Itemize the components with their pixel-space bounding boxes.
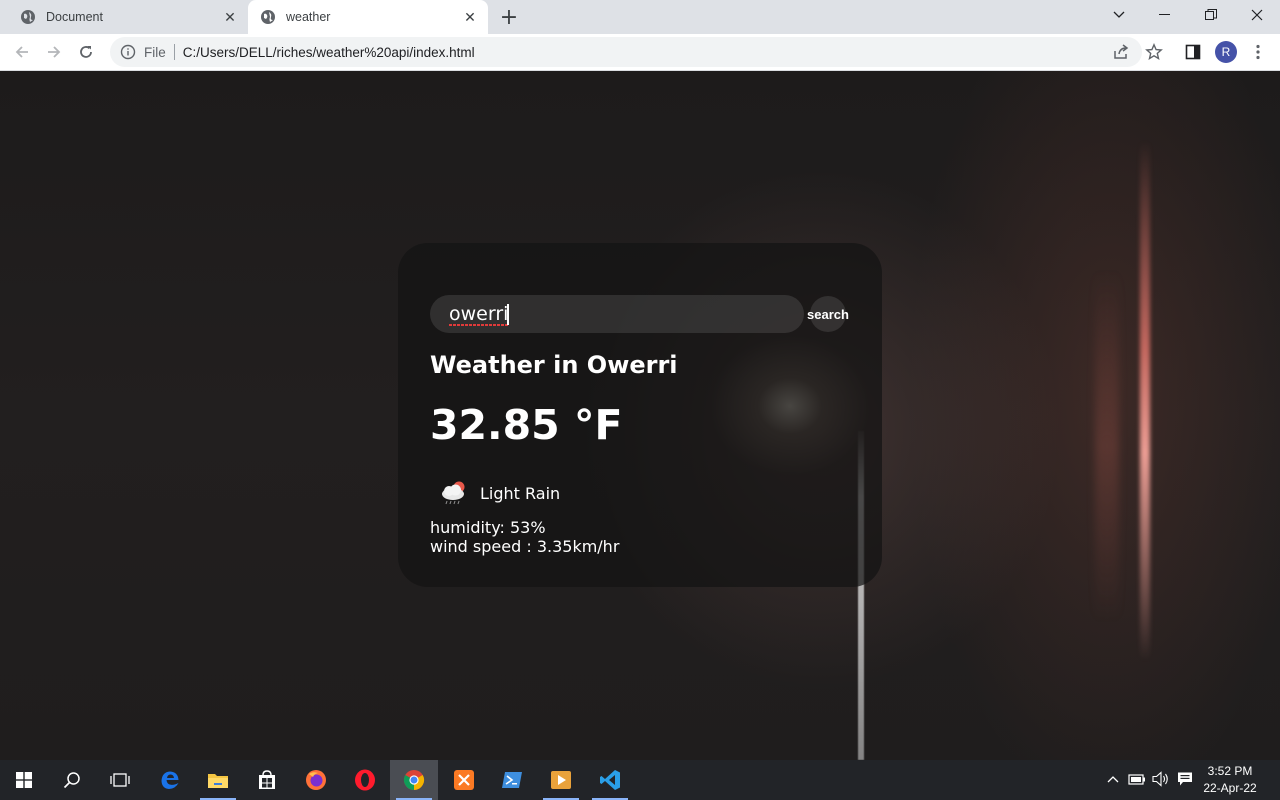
share-icon[interactable] [1112,43,1130,61]
vscode-icon [600,770,620,790]
taskbar-chrome[interactable] [390,760,438,800]
temperature: 32.85 °F [430,401,623,449]
close-icon[interactable]: ✕ [458,5,482,29]
volume-icon [1152,771,1168,787]
tab-strip: Document ✕ weather ✕ + [0,0,1280,34]
arrow-left-icon [15,46,28,58]
condition-text: Light Rain [480,483,561,503]
taskbar-powershell[interactable] [488,760,536,800]
tray-battery[interactable] [1128,770,1146,788]
powershell-icon [502,772,522,788]
close-icon[interactable]: ✕ [218,5,242,29]
chrome-icon [403,770,425,791]
clock-date: 22-Apr-22 [1203,781,1257,795]
edge-icon [161,771,179,789]
xampp-icon [454,770,474,790]
text-caret [507,304,509,325]
windows-logo-icon [16,772,32,788]
weather-card: search Weather in Owerri 32.85 °F Light … [398,243,882,587]
taskbar-xampp[interactable] [440,760,488,800]
side-panel-icon[interactable] [1183,42,1203,62]
wind-speed-text: wind speed : 3.35km/hr [430,537,620,556]
globe-icon [261,10,275,24]
battery-icon [1128,774,1145,785]
condition-row: Light Rain [438,477,560,509]
store-bag-icon [259,770,275,789]
url-text[interactable]: C:/Users/DELL/riches/weather%20api/index… [183,45,475,60]
clock-time: 3:52 PM [1207,764,1253,778]
taskbar-vscode[interactable] [586,760,634,800]
humidity-text: humidity: 53% [430,518,546,537]
tab-document[interactable]: Document ✕ [8,0,248,34]
globe-icon [21,10,35,24]
taskbar-store[interactable] [243,760,291,800]
taskbar-clock[interactable]: 3:52 PM 22-Apr-22 [1196,763,1264,797]
menu-kebab-icon[interactable] [1248,42,1268,62]
new-tab-button[interactable]: + [496,4,522,30]
reload-button[interactable] [72,38,100,66]
forward-button[interactable] [40,38,68,66]
search-input[interactable] [430,295,804,333]
taskbar-file-explorer[interactable] [194,760,242,800]
background-light-streak [1095,271,1119,621]
tab-search-button[interactable] [1096,0,1142,30]
tray-notifications[interactable] [1176,770,1194,788]
browser-toolbar: File C:/Users/DELL/riches/weather%20api/… [0,34,1280,71]
opera-icon [355,769,375,791]
tab-weather[interactable]: weather ✕ [248,0,488,34]
scheme-label: File [144,44,166,60]
page-viewport: search Weather in Owerri 32.85 °F Light … [0,71,1280,760]
minimize-button[interactable] [1142,0,1188,30]
taskbar: 3:52 PM 22-Apr-22 [0,760,1280,800]
restore-icon [1205,9,1217,20]
address-divider [173,44,175,60]
taskbar-opera[interactable] [341,760,389,800]
back-button[interactable] [8,38,36,66]
task-view-button[interactable] [96,760,144,800]
search-icon [63,772,80,789]
arrow-right-icon [48,46,61,58]
profile-avatar[interactable]: R [1215,41,1237,63]
tray-volume[interactable] [1152,770,1170,788]
taskbar-search-button[interactable] [48,760,96,800]
restore-button[interactable] [1188,0,1234,30]
taskbar-firefox[interactable] [292,760,340,800]
firefox-icon [306,770,326,790]
spellcheck-underline [449,324,508,326]
background-light-streak [1140,141,1150,661]
task-view-icon [110,773,130,787]
tab-title: Document [46,10,103,24]
city-heading: Weather in Owerri [430,351,678,379]
media-player-icon [551,771,571,789]
tray-overflow-button[interactable] [1104,770,1122,788]
folder-icon [208,774,228,788]
tab-title: weather [286,10,331,24]
minimize-icon [1159,14,1170,15]
bookmark-star-icon[interactable] [1144,42,1164,62]
chevron-down-icon [1113,11,1125,18]
reload-icon [80,46,92,58]
search-button[interactable]: search [807,296,849,332]
address-bar[interactable]: File C:/Users/DELL/riches/weather%20api/… [110,37,1142,67]
chat-bubble-icon [1178,772,1192,786]
info-icon[interactable] [120,44,136,60]
close-icon [1251,9,1263,21]
chevron-up-icon [1107,776,1119,783]
taskbar-edge[interactable] [146,760,194,800]
start-button[interactable] [0,760,48,800]
taskbar-media-player[interactable] [537,760,585,800]
cloud-rain-sun-icon [442,481,465,505]
close-window-button[interactable] [1234,0,1280,30]
